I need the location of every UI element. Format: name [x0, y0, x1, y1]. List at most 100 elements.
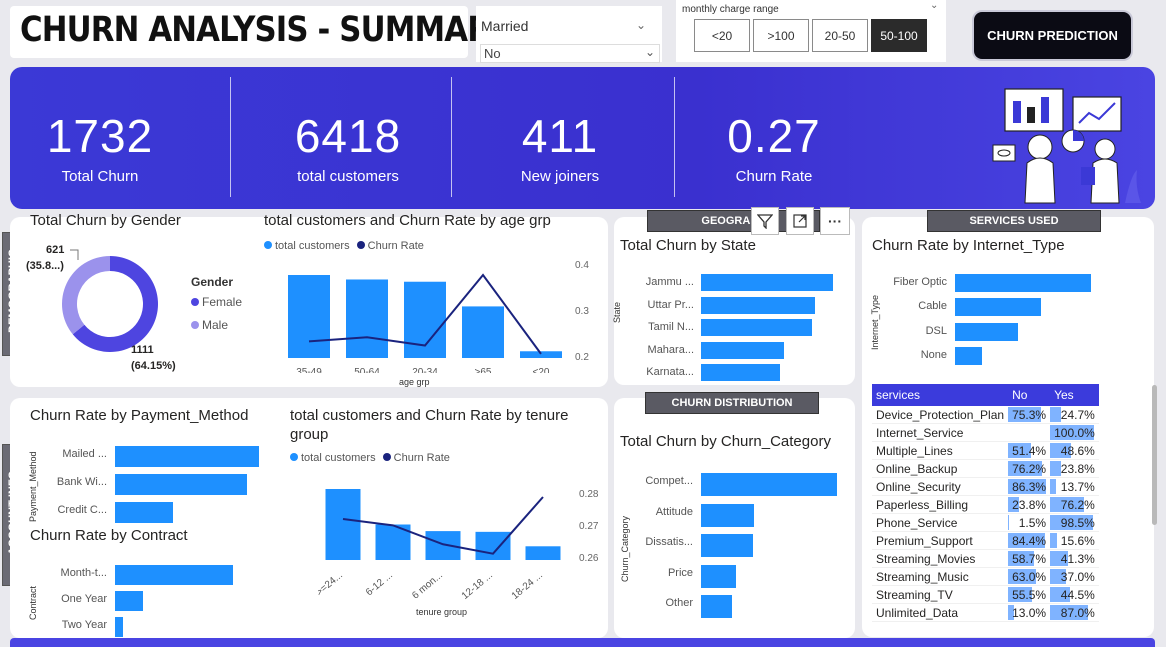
percent-value: 86.3% [1012, 479, 1047, 494]
female-data-label: 1111 [131, 344, 154, 356]
legend-dot [191, 321, 199, 329]
percent-value: 37.0% [1060, 569, 1095, 584]
more-options-icon[interactable]: ··· [820, 207, 850, 235]
bar[interactable] [115, 474, 248, 495]
table-row[interactable]: Internet_Service 100.0% [872, 423, 1099, 442]
percent-cell-no: 23.8% [1008, 495, 1051, 514]
bar[interactable] [115, 591, 144, 611]
churn-prediction-button[interactable]: CHURN PREDICTION [974, 12, 1131, 59]
table-header-row: services No Yes [872, 384, 1099, 406]
range-button-gt100[interactable]: >100 [753, 19, 809, 52]
bar[interactable] [115, 617, 123, 637]
kpi-value: 411 [521, 110, 599, 162]
range-button-lt20[interactable]: <20 [694, 19, 750, 52]
table-row[interactable]: Online_Security 86.3% 13.7% [872, 477, 1099, 496]
bar[interactable] [701, 473, 837, 496]
bar[interactable] [701, 319, 812, 336]
column-header-yes[interactable]: Yes [1050, 384, 1099, 406]
divider [674, 77, 675, 197]
bar[interactable] [955, 346, 982, 365]
range-button-50-100[interactable]: 50-100 [871, 19, 927, 52]
column-header-no[interactable]: No [1008, 384, 1051, 406]
percent-value: 63.0% [1012, 569, 1047, 584]
kpi-total-customers: 6418 total customers [273, 112, 423, 185]
service-name-cell: Online_Security [872, 477, 1009, 496]
column-header-services[interactable]: services [872, 384, 1009, 406]
footer-strip [10, 638, 1155, 647]
category-chart-title: Total Churn by Churn_Category [620, 433, 831, 450]
bar[interactable] [701, 564, 737, 588]
table-row[interactable]: Phone_Service 1.5% 98.5% [872, 513, 1099, 532]
table-row[interactable]: Streaming_Movies 58.7% 41.3% [872, 549, 1099, 568]
bar[interactable] [475, 531, 511, 560]
percent-cell-yes: 76.2% [1050, 495, 1099, 514]
bar[interactable] [701, 534, 753, 557]
table-row[interactable]: Streaming_TV 55.5% 44.5% [872, 585, 1099, 604]
table-row[interactable]: Premium_Support 84.4% 15.6% [872, 531, 1099, 550]
page-title: CHURN ANALYSIS - SUMMARY [20, 10, 511, 50]
bar-category-label: One Year [61, 593, 107, 605]
kpi-label: New joiners [520, 168, 600, 185]
bar-category-label: None [920, 348, 947, 361]
table-row[interactable]: Online_Backup 76.2% 23.8% [872, 459, 1099, 478]
churn-rate-line[interactable] [342, 496, 544, 555]
leader-line [70, 249, 79, 260]
legend-label: Churn Rate [393, 452, 450, 464]
legend-dot [191, 298, 199, 306]
bar[interactable] [288, 275, 330, 358]
bar[interactable] [346, 279, 388, 358]
analytics-illustration [992, 88, 1141, 204]
bar[interactable] [701, 341, 784, 359]
table-row[interactable]: Unlimited_Data 13.0% 87.0% [872, 603, 1099, 622]
married-dropdown[interactable]: No ⌄ [480, 44, 660, 63]
bar[interactable] [325, 489, 361, 560]
service-name-cell: Online_Backup [872, 459, 1009, 478]
bar[interactable] [525, 546, 561, 560]
percent-cell-no: 51.4% [1008, 441, 1051, 460]
percent-cell-yes: 100.0% [1050, 423, 1099, 442]
table-row[interactable]: Paperless_Billing 23.8% 76.2% [872, 495, 1099, 514]
tenure-chart-title-line2: group [290, 426, 329, 443]
x-tick-label: 12-18 ... [460, 570, 495, 600]
bar[interactable] [462, 306, 504, 358]
service-name-cell: Streaming_Movies [872, 549, 1009, 568]
table-row[interactable]: Multiple_Lines 51.4% 48.6% [872, 441, 1099, 460]
bar-category-label: Attitude [655, 505, 693, 518]
bar[interactable] [701, 364, 781, 381]
data-bar [1050, 533, 1057, 548]
legend-label: Male [202, 318, 229, 332]
x-tick-label: 50-64 [354, 367, 380, 373]
bar[interactable] [955, 322, 1019, 341]
bar[interactable] [955, 274, 1091, 292]
legend-item-male[interactable]: Male [191, 318, 228, 332]
chevron-down-icon[interactable]: ⌄ [930, 0, 938, 11]
filter-icon[interactable] [751, 207, 779, 235]
age-combo-chart[interactable]: 35-49 50-64 20-34 >65 <20 [280, 255, 570, 373]
scrollbar[interactable] [1152, 385, 1157, 525]
service-name-cell: Premium_Support [872, 531, 1009, 550]
bar[interactable] [115, 565, 233, 585]
bar[interactable] [955, 298, 1042, 317]
table-row[interactable]: Device_Protection_Plan 75.3% 24.7% [872, 406, 1099, 424]
tenure-combo-chart[interactable]: >=24... 6-12 ... 6 mon... 12-18 ... 18-24 ..… [318, 470, 568, 600]
legend-item-female[interactable]: Female [191, 295, 242, 309]
table-row[interactable]: Streaming_Music 63.0% 37.0% [872, 567, 1099, 586]
kpi-label: Total Churn [61, 168, 139, 185]
chevron-down-icon[interactable]: ⌄ [636, 18, 646, 32]
bar-category-label: Mahara... [647, 343, 694, 356]
bar-category-label: Two Year [61, 619, 107, 631]
bar[interactable] [701, 595, 733, 618]
bar[interactable] [701, 503, 754, 527]
y2-tick: 0.28 [579, 489, 599, 500]
bar[interactable] [115, 502, 174, 523]
female-data-label-pct: (64.15%) [131, 360, 176, 372]
bar[interactable] [701, 296, 816, 314]
percent-value: 58.7% [1012, 551, 1047, 566]
service-name-cell: Device_Protection_Plan [872, 406, 1009, 424]
bar[interactable] [115, 446, 259, 467]
percent-cell-no: 75.3% [1008, 406, 1051, 424]
bar[interactable] [701, 274, 833, 291]
range-button-20-50[interactable]: 20-50 [812, 19, 868, 52]
kpi-total-churn: 1732 Total Churn [30, 112, 170, 185]
focus-mode-icon[interactable] [786, 207, 814, 235]
